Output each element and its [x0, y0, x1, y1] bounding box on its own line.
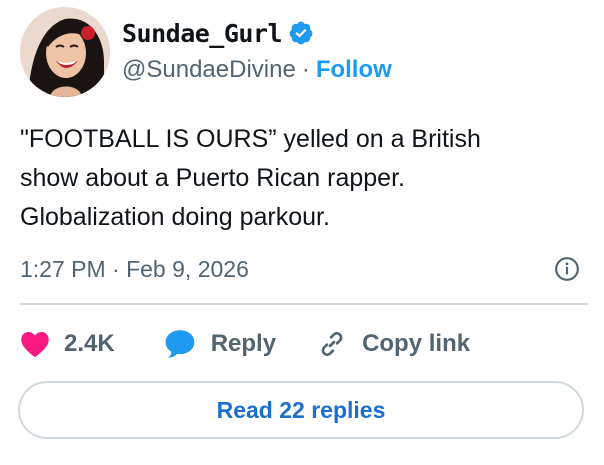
tweet-text-line: "FOOTBALL IS OURS” yelled on a British — [20, 125, 481, 153]
display-name[interactable]: Sundae_Gurl — [122, 19, 283, 48]
tweet-header: Sundae_Gurl @SundaeDivine · Follow — [20, 6, 392, 98]
copy-link-button[interactable]: Copy link — [316, 328, 470, 360]
handle-row: @SundaeDivine · Follow — [122, 53, 392, 87]
read-replies-button[interactable]: Read 22 replies — [18, 381, 584, 439]
author-info: Sundae_Gurl @SundaeDivine · Follow — [122, 17, 392, 87]
avatar-image — [20, 7, 110, 97]
timestamp[interactable]: 1:27 PM · Feb 9, 2026 — [20, 256, 249, 283]
info-icon[interactable] — [554, 256, 580, 282]
read-replies-label: Read 22 replies — [216, 396, 386, 423]
heart-icon — [21, 332, 49, 358]
tweet-text-line: Globalization doing parkour. — [20, 203, 330, 231]
avatar[interactable] — [20, 7, 110, 97]
verified-badge-icon — [289, 21, 313, 45]
like-count: 2.4K — [64, 330, 115, 357]
follow-button[interactable]: Follow — [316, 56, 392, 84]
reply-label: Reply — [210, 330, 277, 357]
action-bar: 2.4K Reply Copy link — [20, 322, 510, 366]
tweet-text-line: show about a Puerto Rican rapper. — [20, 164, 405, 192]
display-name-row: Sundae_Gurl — [122, 17, 392, 49]
copy-link-label: Copy link — [362, 330, 471, 357]
link-icon — [321, 332, 343, 356]
like-button[interactable]: 2.4K — [20, 330, 115, 358]
separator-dot: · — [301, 56, 310, 83]
reply-bubble-icon — [165, 330, 195, 358]
divider — [20, 303, 588, 305]
handle[interactable]: @SundaeDivine — [122, 56, 296, 84]
reply-button[interactable]: Reply — [163, 329, 276, 359]
tweet-meta: 1:27 PM · Feb 9, 2026 — [20, 252, 584, 286]
tweet-text: "FOOTBALL IS OURS” yelled on a British s… — [20, 120, 580, 237]
